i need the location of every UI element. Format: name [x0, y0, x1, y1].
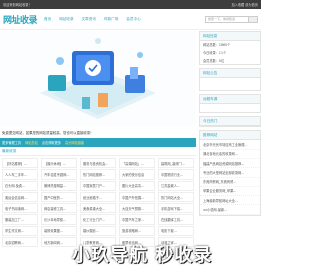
- grid-site-link[interactable]: 纸业纸箱子...: [80, 191, 116, 203]
- grid-site-link[interactable]: 热门网站大全...: [158, 191, 194, 203]
- grid-site-link[interactable]: 中国物流行业...: [158, 169, 194, 180]
- grid-site-link[interactable]: 汽车名胜专题网...: [41, 169, 77, 180]
- grid-site-link[interactable]: 手机游戏下载...: [158, 203, 194, 214]
- nav-sites[interactable]: 网站收录: [59, 17, 73, 22]
- main-column: 免费提交网站，如果您的网站质量较高，您也可以直接收录！ 更多管理工具 网站总站 …: [0, 31, 196, 250]
- hot-title: 今日热门: [200, 117, 260, 127]
- grid-site-link[interactable]: 长沙本地导航...: [41, 214, 77, 225]
- grid-site-link[interactable]: 装修效果图...: [41, 225, 77, 237]
- grid-site-link[interactable]: 北京招聘网...: [2, 237, 38, 248]
- search-input[interactable]: 搜索一下，你就知道: [205, 15, 249, 23]
- grid-site-link[interactable]: 图片大全高清...: [119, 180, 155, 191]
- grid-site-link[interactable]: 中国户外拓展...: [119, 191, 155, 203]
- grid-site-link[interactable]: 人人车二手车...: [2, 169, 38, 180]
- source-box: 远程车源: [199, 94, 261, 114]
- grid-site-link[interactable]: 服装加工厂...: [2, 214, 38, 225]
- main-nav: 首页 网站收录 文章资讯 时新广场 会员中心: [44, 17, 205, 22]
- stat-line: 今日收录：11个: [203, 51, 227, 56]
- grid-site-link[interactable]: 奥运会信息网...: [2, 191, 38, 203]
- grid-site-link[interactable]: 「高端网站」…: [119, 158, 155, 169]
- hero-description: 免费提交网站，如果您的网站质量较高，您也可以直接收录！: [2, 130, 94, 135]
- stats-box: 网站信息 网站总数：1865个 今日收录：11个 会员总数：0位: [199, 31, 261, 66]
- nav-square[interactable]: 时新广场: [104, 17, 118, 22]
- grid-site-link[interactable]: 学生作文网...: [2, 225, 38, 237]
- grid-site-link[interactable]: 大连天气预报...: [119, 203, 155, 214]
- list-item[interactable]: 福建产品网站资源网站推荐...: [200, 159, 260, 169]
- list-item[interactable]: uu小说网-最新...: [200, 205, 260, 215]
- notice-title: 网站公告: [200, 69, 260, 79]
- recommend-box: 推荐网站 北京市光伏市场应商工业管理... 湖北省地元素的收录网... 福建产品…: [199, 130, 261, 216]
- grid-site-link[interactable]: 旅游攻略网...: [119, 225, 155, 237]
- grid-site-link[interactable]: 【好站推荐】...: [2, 158, 38, 169]
- grid-site-link[interactable]: 婚纱摄影...: [80, 225, 116, 237]
- link-bar-item[interactable]: 点击获取更多: [42, 140, 61, 145]
- list-item[interactable]: 上海最新导航网址大全...: [200, 196, 260, 206]
- recommend-title: 推荐网站: [200, 131, 260, 141]
- grid-site-link[interactable]: 【娱乐休闲】...: [41, 158, 77, 169]
- grid-site-link[interactable]: 中国家居门户...: [80, 180, 116, 191]
- link-bar-item[interactable]: 更多管理工具: [2, 140, 21, 145]
- site-logo[interactable]: 网址收录: [3, 13, 44, 26]
- grid-site-link[interactable]: 石头网-免费...: [2, 180, 38, 191]
- nav-articles[interactable]: 文章资讯: [82, 17, 96, 22]
- hot-box: 今日热门: [199, 116, 261, 128]
- stat-line: 网站总数：1865个: [203, 43, 231, 48]
- grid-site-link[interactable]: 微博热搜明星...: [41, 180, 77, 191]
- stats-title: 网站信息: [200, 32, 260, 41]
- list-item[interactable]: 苹果企业服务网_苹果...: [200, 187, 260, 197]
- notice-box: 网站公告: [199, 68, 261, 92]
- source-title: 远程车源: [200, 95, 260, 105]
- section-title: 最新收录: [0, 147, 196, 156]
- grid-site-link[interactable]: 国产中医药...: [41, 191, 77, 203]
- grid-site-link[interactable]: 网店装修工具...: [41, 203, 77, 214]
- nav-member[interactable]: 会员中心: [126, 17, 140, 22]
- site-grid: 【好站推荐】... 【娱乐休闲】... 服务与投资机会… 「高端网站」… 建筑网_装修门…: [0, 156, 196, 250]
- grid-site-link[interactable]: 美食菜谱大全...: [80, 203, 116, 214]
- grid-site-link[interactable]: 江苏盐城人...: [158, 180, 194, 191]
- link-bar-item[interactable]: 高分网站链接: [65, 140, 84, 145]
- list-item[interactable]: 湖北省地元素的收录网...: [200, 150, 260, 159]
- hero-graphic: [0, 31, 196, 126]
- stat-line: 会员总数：0位: [203, 58, 225, 63]
- grid-site-link[interactable]: 电影下载...: [158, 225, 194, 237]
- search-button[interactable]: [248, 15, 258, 23]
- top-bar: 欢迎来到网站收录！ 加入收藏 设为首页: [0, 0, 261, 9]
- list-item[interactable]: 专业的大型网站全部收录网...: [200, 168, 260, 178]
- welcome-text: 欢迎来到网站收录！: [3, 3, 32, 7]
- grid-site-link[interactable]: 建筑网_装修门…: [158, 158, 194, 169]
- hero-illustration: [0, 31, 196, 126]
- list-item[interactable]: 北京市光伏市场应商工业管理...: [200, 140, 260, 150]
- grid-site-link[interactable]: 电子书阅读网...: [2, 203, 38, 214]
- watermark-text: 小玖导航 秒收录: [72, 245, 213, 266]
- grid-site-link[interactable]: 热门网站推荐...: [80, 169, 116, 180]
- grid-site-link[interactable]: 在线翻译工具...: [158, 214, 194, 225]
- grid-site-link[interactable]: 中国汽车之家...: [119, 214, 155, 225]
- header: 网址收录 首页 网站收录 文章资讯 时新广场 会员中心 搜索一下，你就知道: [0, 9, 261, 30]
- topbar-links[interactable]: 加入收藏 设为首页: [231, 2, 258, 7]
- grid-site-link[interactable]: 大家的快乐信息: [119, 169, 155, 180]
- sidebar: 网站信息 网站总数：1865个 今日收录：11个 会员总数：0位 网站公告 远程…: [199, 31, 261, 219]
- grid-site-link[interactable]: 化工行业门户...: [80, 214, 116, 225]
- link-bar-item[interactable]: 网站总站: [25, 140, 38, 145]
- nav-home[interactable]: 首页: [44, 17, 51, 22]
- link-bar: 更多管理工具 网站总站 点击获取更多 高分网站链接: [0, 138, 196, 147]
- grid-site-link[interactable]: 服务与投资机会…: [80, 158, 116, 169]
- list-item[interactable]: 东莞商贸网_东莞商贸...: [200, 178, 260, 187]
